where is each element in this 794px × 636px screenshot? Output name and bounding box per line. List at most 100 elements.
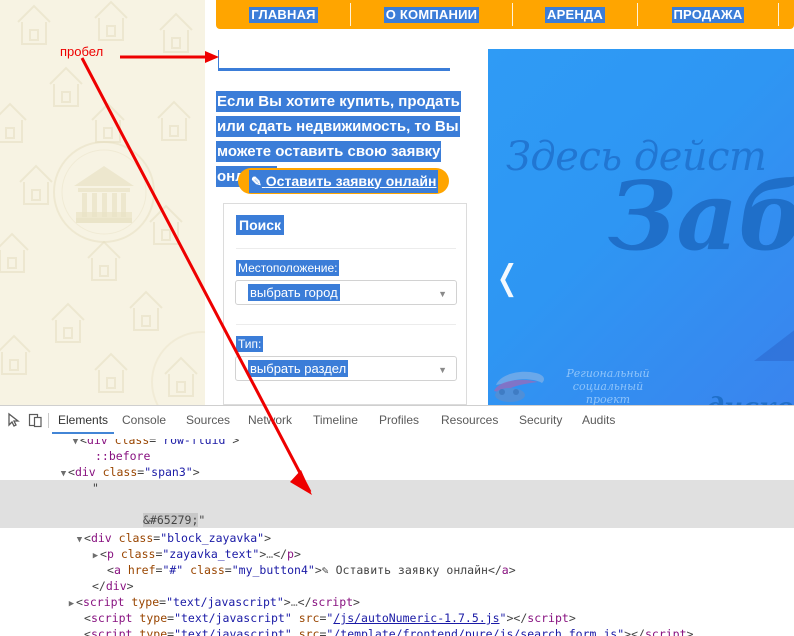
dom-token: " bbox=[92, 481, 99, 495]
dom-token: </ bbox=[487, 563, 502, 577]
chevron-down-icon: ▼ bbox=[438, 289, 447, 299]
company-watermark-logo-icon-2 bbox=[151, 331, 205, 405]
dom-token: src bbox=[298, 611, 320, 625]
dom-token: a bbox=[501, 563, 509, 577]
dom-token: type bbox=[139, 611, 168, 625]
carousel-prev-arrow-icon[interactable]: ❬ bbox=[493, 261, 522, 295]
dom-tree[interactable]: ▼ <div class="row-fluid">::before ▼ <div cl… bbox=[0, 435, 794, 636]
dom-token: "#" bbox=[162, 563, 184, 577]
dom-tree-row[interactable]: ::before bbox=[0, 448, 794, 464]
dom-tree-row[interactable]: <a href="#" class="my_button4">✎ Оставит… bbox=[0, 562, 794, 578]
annotation-label: пробел bbox=[60, 44, 104, 59]
dom-token: div bbox=[74, 465, 96, 479]
location-select-value: выбрать город bbox=[248, 284, 340, 301]
site-navigation[interactable]: ГЛАВНАЯ О КОМПАНИИ АРЕНДА ПРОДАЖА bbox=[216, 0, 794, 29]
dom-token: script bbox=[311, 595, 354, 609]
dom-token: script bbox=[82, 595, 125, 609]
dom-token bbox=[96, 465, 103, 479]
type-select-value-text: выбрать раздел bbox=[248, 360, 349, 377]
dom-tree-row[interactable]: <script type="text/javascript" src="/js/… bbox=[0, 610, 794, 626]
dom-tree-row[interactable]: &#65279;" bbox=[0, 512, 794, 528]
type-select[interactable]: выбрать раздел ▼ bbox=[235, 356, 457, 381]
dom-token: > bbox=[293, 547, 301, 561]
dom-token: > bbox=[283, 595, 291, 609]
dom-token: p bbox=[287, 547, 294, 561]
zayavka-line: или сдать недвижимость, то Вы bbox=[216, 116, 460, 137]
tab-profiles[interactable]: Profiles bbox=[379, 406, 419, 434]
leave-request-button-label: Оставить заявку онлайн bbox=[265, 172, 437, 189]
dom-token: < bbox=[107, 563, 114, 577]
dom-token bbox=[114, 547, 121, 561]
pencil-icon: ✎ bbox=[251, 173, 262, 189]
screenshot-root: ГЛАВНАЯ О КОМПАНИИ АРЕНДА ПРОДАЖА Если В… bbox=[0, 0, 794, 636]
dom-tree-row[interactable]: " bbox=[0, 480, 794, 496]
dom-tree-row[interactable]: </div> bbox=[0, 578, 794, 594]
dom-token: script bbox=[527, 611, 569, 625]
tab-resources[interactable]: Resources bbox=[441, 406, 498, 434]
location-field-label: Местоположение: bbox=[236, 260, 340, 276]
dom-token: class bbox=[120, 547, 156, 561]
banner-project-caption: Региональный социальный проект 8-800-100… bbox=[550, 367, 666, 405]
nav-item-glavnaya[interactable]: ГЛАВНАЯ bbox=[217, 0, 350, 29]
toggle-device-toolbar-icon[interactable] bbox=[27, 412, 44, 429]
dom-token: &#65279; bbox=[143, 513, 199, 527]
tab-security[interactable]: Security bbox=[519, 406, 562, 434]
tab-console[interactable]: Console bbox=[122, 406, 166, 434]
location-select[interactable]: выбрать город ▼ bbox=[235, 280, 457, 305]
tab-timeline[interactable]: Timeline bbox=[313, 406, 358, 434]
dom-tree-row[interactable]: ▼ <div class="block_zayavka"> bbox=[0, 530, 794, 546]
nav-item-label: АРЕНДА bbox=[545, 6, 605, 23]
nav-item-prodazha[interactable]: ПРОДАЖА bbox=[638, 0, 778, 29]
dom-token: " bbox=[198, 513, 206, 527]
search-form-title: Поиск bbox=[236, 215, 285, 235]
leave-request-online-button[interactable]: ✎ Оставить заявку онлайн bbox=[238, 168, 450, 194]
page-background-left bbox=[0, 0, 205, 405]
dom-token: > bbox=[126, 579, 134, 593]
dom-token bbox=[292, 611, 299, 625]
content-column: Если Вы хотите купить, продать или сдать… bbox=[216, 38, 480, 405]
inspect-element-icon[interactable] bbox=[6, 412, 23, 429]
dom-token: </ bbox=[92, 579, 106, 593]
dom-token: div bbox=[105, 579, 127, 593]
selected-blank-line-bar bbox=[218, 68, 450, 71]
nav-item-o-kompanii[interactable]: О КОМПАНИИ bbox=[351, 0, 512, 29]
nav-separator bbox=[350, 3, 351, 26]
devtools-toolbar: Elements Console Sources Network Timelin… bbox=[0, 406, 794, 436]
dom-token[interactable]: /js/autoNumeric-1.7.5.js bbox=[333, 611, 499, 625]
dom-token: script bbox=[90, 611, 133, 625]
tab-audits[interactable]: Audits bbox=[582, 406, 615, 434]
browser-page: ГЛАВНАЯ О КОМПАНИИ АРЕНДА ПРОДАЖА Если В… bbox=[0, 0, 794, 405]
dom-token: href bbox=[127, 563, 156, 577]
dom-token: > bbox=[568, 611, 576, 625]
tab-elements[interactable]: Elements bbox=[51, 406, 115, 434]
dom-token: > bbox=[264, 531, 272, 545]
nav-separator bbox=[778, 3, 779, 26]
type-select-value: выбрать раздел bbox=[248, 360, 349, 377]
dom-token: > bbox=[192, 465, 200, 479]
tab-network[interactable]: Network bbox=[248, 406, 292, 434]
united-russia-bear-logo-icon bbox=[494, 371, 544, 402]
tab-sources[interactable]: Sources bbox=[186, 406, 230, 434]
selected-blank-line bbox=[218, 50, 219, 68]
dom-tree-row[interactable] bbox=[0, 496, 794, 512]
dom-token: … bbox=[290, 595, 298, 609]
dom-token: type bbox=[131, 595, 160, 609]
toolbar-divider bbox=[48, 413, 49, 428]
nav-item-arenda[interactable]: АРЕНДА bbox=[513, 0, 637, 29]
dom-token: "text/javascript" bbox=[174, 611, 292, 625]
dom-token: class bbox=[190, 563, 225, 577]
dom-token: < bbox=[84, 611, 91, 625]
leave-request-button-content: ✎ Оставить заявку онлайн bbox=[249, 169, 439, 193]
dom-tree-row[interactable]: ▶ <p class="zayavka_text">…</p> bbox=[0, 546, 794, 562]
type-label-text: Тип: bbox=[236, 336, 264, 352]
promo-banner-slide[interactable]: Здесь дейст Заб ❬ Региональный социальны… bbox=[488, 49, 794, 405]
dom-tree-row[interactable]: ▼ <div class="span3"> bbox=[0, 464, 794, 480]
dom-token: p bbox=[106, 547, 114, 561]
dom-token: > bbox=[508, 563, 516, 577]
dom-token: class bbox=[102, 465, 138, 479]
nav-item-label: ПРОДАЖА bbox=[671, 6, 745, 23]
search-form: Поиск Местоположение: выбрать город ▼ Ти… bbox=[223, 203, 467, 405]
location-select-value-text: выбрать город bbox=[248, 284, 340, 301]
chevron-down-icon-2: ▼ bbox=[438, 365, 447, 375]
dom-tree-row[interactable]: ▶ <script type="text/javascript">…</scrip… bbox=[0, 594, 794, 610]
